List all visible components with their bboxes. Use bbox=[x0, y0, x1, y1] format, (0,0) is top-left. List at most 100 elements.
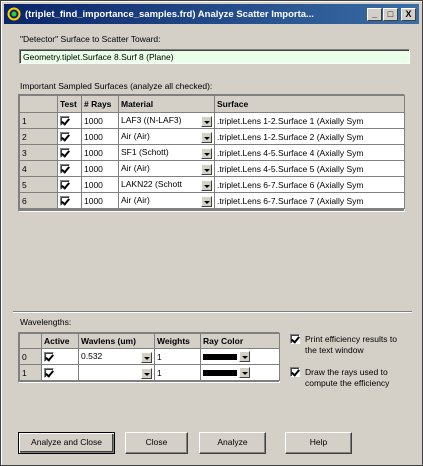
surface-cell[interactable]: .triplet.Lens 6-7.Surface 6 (Axially Sym bbox=[214, 176, 405, 193]
material-value: Air (Air) bbox=[121, 130, 150, 141]
col-header-weights[interactable]: Weights bbox=[154, 333, 201, 349]
active-checkbox[interactable] bbox=[44, 367, 54, 378]
analyze-button[interactable]: Analyze bbox=[199, 432, 266, 454]
test-checkbox[interactable] bbox=[60, 163, 70, 174]
rays-cell[interactable]: 1000 bbox=[81, 144, 119, 161]
draw-rays-option[interactable]: Draw the rays used to compute the effici… bbox=[290, 367, 412, 389]
test-checkbox[interactable] bbox=[60, 115, 70, 126]
test-checkbox[interactable] bbox=[60, 179, 70, 190]
print-efficiency-checkbox[interactable] bbox=[290, 334, 300, 344]
row-number[interactable]: 3 bbox=[19, 144, 58, 161]
table-row: 3 1000 SF1 (Schott) .triplet.Lens 4-5.Su… bbox=[19, 144, 405, 161]
wavelen-cell[interactable] bbox=[78, 364, 155, 381]
test-checkbox[interactable] bbox=[60, 131, 70, 142]
material-cell[interactable]: Air (Air) bbox=[118, 160, 215, 177]
rays-cell[interactable]: 1000 bbox=[81, 128, 119, 145]
maximize-button[interactable]: □ bbox=[383, 7, 398, 21]
material-cell[interactable]: LAF3 ((N-LAF3) bbox=[118, 112, 215, 129]
chevron-down-icon[interactable] bbox=[201, 131, 212, 143]
ray-color-swatch bbox=[203, 369, 237, 376]
material-cell[interactable]: SF1 (Schott) bbox=[118, 144, 215, 161]
test-cell bbox=[57, 160, 82, 177]
col-header-rays[interactable]: # Rays bbox=[81, 95, 119, 113]
chevron-down-icon[interactable] bbox=[201, 115, 212, 127]
rays-cell[interactable]: 1000 bbox=[81, 176, 119, 193]
chevron-down-icon[interactable] bbox=[239, 351, 250, 363]
close-window-button[interactable]: X bbox=[401, 7, 416, 21]
row-number[interactable]: 5 bbox=[19, 176, 58, 193]
weight-cell[interactable]: 1 bbox=[154, 348, 201, 365]
chevron-down-icon[interactable] bbox=[201, 163, 212, 175]
chevron-down-icon[interactable] bbox=[201, 147, 212, 159]
chevron-down-icon[interactable] bbox=[141, 351, 152, 363]
active-cell bbox=[41, 348, 79, 365]
draw-rays-checkbox[interactable] bbox=[290, 367, 300, 377]
ray-color-swatch bbox=[203, 353, 237, 360]
surface-cell[interactable]: .triplet.Lens 6-7.Surface 7 (Axially Sym bbox=[214, 192, 405, 209]
minimize-button[interactable]: _ bbox=[367, 7, 382, 21]
row-number[interactable]: 1 bbox=[19, 112, 58, 129]
test-checkbox[interactable] bbox=[60, 147, 70, 158]
test-cell bbox=[57, 176, 82, 193]
section-divider bbox=[13, 311, 412, 313]
chevron-down-icon[interactable] bbox=[201, 195, 212, 207]
surface-cell[interactable]: .triplet.Lens 1-2.Surface 2 (Axially Sym bbox=[214, 128, 405, 145]
test-cell bbox=[57, 192, 82, 209]
wavelengths-label: Wavelengths: bbox=[20, 317, 72, 327]
row-number[interactable]: 2 bbox=[19, 128, 58, 145]
surfaces-table: Test # Rays Material Surface 1 1000 LAF3… bbox=[19, 95, 405, 209]
material-value: LAF3 ((N-LAF3) bbox=[121, 114, 182, 125]
window-title: (triplet_find_importance_samples.frd) An… bbox=[25, 8, 314, 20]
analyze-and-close-button[interactable]: Analyze and Close bbox=[18, 432, 115, 454]
col-header-material[interactable]: Material bbox=[118, 95, 215, 113]
material-value: SF1 (Schott) bbox=[121, 146, 169, 157]
surfaces-grid: Test # Rays Material Surface 1 1000 LAF3… bbox=[18, 94, 405, 212]
row-number[interactable]: 4 bbox=[19, 160, 58, 177]
row-number[interactable]: 0 bbox=[19, 348, 42, 365]
wavelengths-grid: Active Wavlens (um) Weights Ray Color 0 … bbox=[18, 332, 280, 383]
surface-cell[interactable]: .triplet.Lens 1-2.Surface 1 (Axially Sym bbox=[214, 112, 405, 129]
test-checkbox[interactable] bbox=[60, 195, 70, 206]
row-number[interactable]: 6 bbox=[19, 192, 58, 209]
active-checkbox[interactable] bbox=[44, 351, 54, 362]
draw-rays-label: Draw the rays used to compute the effici… bbox=[305, 367, 390, 388]
print-efficiency-label: Print efficiency results to the text win… bbox=[305, 334, 397, 355]
ray-color-cell[interactable] bbox=[200, 348, 280, 365]
material-cell[interactable]: Air (Air) bbox=[118, 128, 215, 145]
wavelengths-table: Active Wavlens (um) Weights Ray Color 0 … bbox=[19, 333, 280, 381]
print-efficiency-option[interactable]: Print efficiency results to the text win… bbox=[290, 334, 410, 356]
col-header-ray-color[interactable]: Ray Color bbox=[200, 333, 280, 349]
app-icon[interactable] bbox=[6, 6, 22, 22]
row-number[interactable]: 1 bbox=[19, 364, 42, 381]
detector-label: "Detector" Surface to Scatter Toward: bbox=[20, 34, 161, 44]
weight-cell[interactable]: 1 bbox=[154, 364, 201, 381]
chevron-down-icon[interactable] bbox=[201, 179, 212, 191]
chevron-down-icon[interactable] bbox=[239, 367, 250, 379]
close-button[interactable]: Close bbox=[125, 432, 188, 454]
surface-cell[interactable]: .triplet.Lens 4-5.Surface 5 (Axially Sym bbox=[214, 160, 405, 177]
table-row: 0 0.532 1 bbox=[19, 348, 280, 365]
dialog-window: (triplet_find_importance_samples.frd) An… bbox=[0, 0, 423, 466]
wavelen-value: 0.532 bbox=[81, 350, 103, 361]
test-cell bbox=[57, 112, 82, 129]
wavelen-cell[interactable]: 0.532 bbox=[78, 348, 155, 365]
material-cell[interactable]: Air (Air) bbox=[118, 192, 215, 209]
rays-cell[interactable]: 1000 bbox=[81, 160, 119, 177]
material-value: LAKN22 (Schott bbox=[121, 178, 182, 189]
chevron-down-icon[interactable] bbox=[141, 367, 152, 379]
surface-cell[interactable]: .triplet.Lens 4-5.Surface 4 (Axially Sym bbox=[214, 144, 405, 161]
title-bar[interactable]: (triplet_find_importance_samples.frd) An… bbox=[4, 4, 419, 24]
help-button[interactable]: Help bbox=[285, 432, 352, 454]
col-header-surface[interactable]: Surface bbox=[214, 95, 405, 113]
table-row: 6 1000 Air (Air) .triplet.Lens 6-7.Surfa… bbox=[19, 192, 405, 209]
detector-surface-field[interactable]: Geometry.tiplet.Surface 8.Surf 8 (Plane) bbox=[19, 49, 410, 64]
col-header-test[interactable]: Test bbox=[57, 95, 82, 113]
table-row: 5 1000 LAKN22 (Schott .triplet.Lens 6-7.… bbox=[19, 176, 405, 193]
material-cell[interactable]: LAKN22 (Schott bbox=[118, 176, 215, 193]
ray-color-cell[interactable] bbox=[200, 364, 280, 381]
rays-cell[interactable]: 1000 bbox=[81, 112, 119, 129]
col-header-active[interactable]: Active bbox=[41, 333, 79, 349]
rays-cell[interactable]: 1000 bbox=[81, 192, 119, 209]
col-header-wavelens[interactable]: Wavlens (um) bbox=[78, 333, 155, 349]
test-cell bbox=[57, 144, 82, 161]
